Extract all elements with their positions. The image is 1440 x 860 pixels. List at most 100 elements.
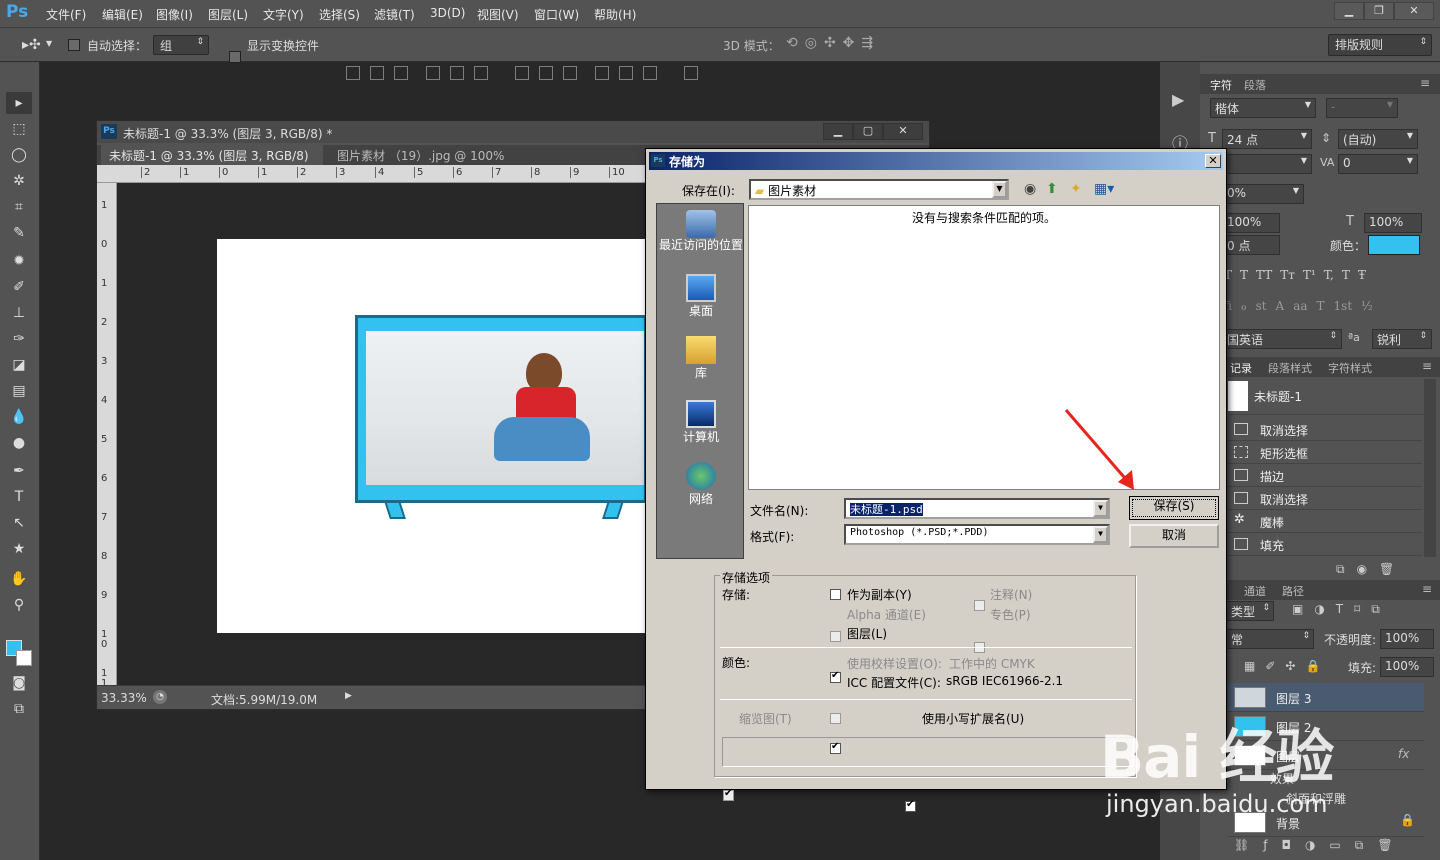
ordinal-icon[interactable]: 1st xyxy=(1334,299,1353,313)
brush-tool-icon[interactable]: ✐ xyxy=(6,276,32,298)
canvas-document[interactable] xyxy=(217,239,647,633)
place-libraries[interactable]: 库 xyxy=(657,336,745,381)
place-computer[interactable]: 计算机 xyxy=(657,400,745,445)
discretionary-icon[interactable]: st xyxy=(1256,299,1267,313)
filename-input[interactable]: 未标题-1.psd ▼ xyxy=(844,498,1110,519)
blend-mode-field[interactable]: 常 ⇕ xyxy=(1226,629,1314,649)
place-recent[interactable]: 最近访问的位置 xyxy=(657,210,745,252)
menu-view[interactable]: 视图(V) xyxy=(477,6,519,23)
auto-align-icon[interactable] xyxy=(684,66,698,80)
all-caps-icon[interactable]: TT xyxy=(1256,268,1272,282)
fraction-icon[interactable]: ½ xyxy=(1361,299,1373,313)
alpha-checkbox[interactable] xyxy=(830,631,841,642)
path-select-icon[interactable]: ↖ xyxy=(6,512,32,534)
antialias-field[interactable]: 锐利 ⇕ xyxy=(1372,329,1432,349)
marquee-tool-icon[interactable]: ⬚ xyxy=(6,118,32,140)
panel-menu-icon[interactable]: ≡ xyxy=(1422,582,1432,596)
menu-window[interactable]: 窗口(W) xyxy=(534,6,579,23)
distribute-vcenter-icon[interactable] xyxy=(539,66,553,80)
lowercase-ext-checkbox[interactable] xyxy=(905,799,916,812)
cancel-button[interactable]: 取消 xyxy=(1129,524,1219,548)
distribute-hcenter-icon[interactable] xyxy=(619,66,633,80)
baseline-shift-field[interactable]: 0 点 xyxy=(1222,235,1280,255)
format-dropdown[interactable]: Photoshop (*.PSD;*.PDD) ▼ xyxy=(844,524,1110,545)
tab-channels[interactable]: 通道 xyxy=(1244,583,1266,599)
notes-checkbox[interactable] xyxy=(974,600,985,611)
panel-menu-icon[interactable]: ≡ xyxy=(1422,359,1432,373)
place-desktop[interactable]: 桌面 xyxy=(657,274,745,319)
zoom-tool-icon[interactable]: ⚲ xyxy=(6,594,32,616)
doc-maximize-button[interactable]: ▢ xyxy=(853,123,883,140)
swash-icon[interactable]: A xyxy=(1276,299,1285,313)
menu-help[interactable]: 帮助(H) xyxy=(594,6,636,23)
menu-edit[interactable]: 编辑(E) xyxy=(102,6,143,23)
align-hcenter-icon[interactable] xyxy=(450,66,464,80)
tool-preset-chevron-icon[interactable]: ▼ xyxy=(46,39,52,48)
lasso-tool-icon[interactable]: ◯ xyxy=(6,144,32,166)
blur-tool-icon[interactable]: 💧 xyxy=(6,406,32,428)
menu-type[interactable]: 文字(Y) xyxy=(263,6,304,23)
history-item[interactable]: 描边 xyxy=(1228,464,1422,487)
doc-minimize-button[interactable]: ▁ xyxy=(823,123,853,140)
lock-icons[interactable]: ▦✐✣🔒 xyxy=(1244,659,1330,673)
panel-menu-icon[interactable]: ≡ xyxy=(1420,76,1430,90)
file-list[interactable]: 没有与搜索条件匹配的项。 xyxy=(748,205,1220,490)
screen-mode-icon[interactable]: ⧉ xyxy=(6,698,32,720)
contextual-icon[interactable]: ℴ xyxy=(1241,299,1247,313)
eraser-icon[interactable]: ◪ xyxy=(6,354,32,376)
menu-3d[interactable]: 3D(D) xyxy=(430,6,465,20)
restore-button[interactable]: ❐ xyxy=(1364,2,1394,20)
show-transform-checkbox[interactable] xyxy=(229,51,241,63)
status-menu-arrow-icon[interactable]: ▶ xyxy=(345,691,352,701)
align-left-icon[interactable] xyxy=(426,66,440,80)
layers-checkbox[interactable] xyxy=(830,670,841,683)
kerning-field[interactable]: ▼ xyxy=(1222,154,1312,174)
faux-italic-icon[interactable]: T xyxy=(1240,268,1248,282)
layers-footer-icons[interactable]: ⛓ƒ◘◑▭⧉🗑 xyxy=(1234,838,1407,853)
align-top-icon[interactable] xyxy=(346,66,360,80)
history-footer-icons[interactable]: ⧉◉🗑 xyxy=(1336,562,1406,577)
dialog-close-button[interactable]: ✕ xyxy=(1205,154,1221,168)
font-style-field[interactable]: - ▼ xyxy=(1326,98,1398,118)
3d-tool-icons[interactable]: ⟲◎✣✥⇶ xyxy=(786,35,880,51)
menu-file[interactable]: 文件(F) xyxy=(46,6,86,23)
layer-filter-icons[interactable]: ▣◑T⌑⧉ xyxy=(1292,602,1391,617)
status-info-icon[interactable]: ◔ xyxy=(153,690,167,704)
history-item[interactable]: 矩形选框 xyxy=(1228,441,1422,464)
align-bottom-icon[interactable] xyxy=(394,66,408,80)
distribute-bottom-icon[interactable] xyxy=(563,66,577,80)
tracking-field[interactable]: 0 ▼ xyxy=(1338,154,1418,174)
move-tool-icon[interactable]: ▸ xyxy=(6,92,32,114)
up-folder-icon[interactable]: ⬆ xyxy=(1046,181,1058,197)
scale-field-2[interactable]: 100% xyxy=(1364,213,1422,233)
align-right-icon[interactable] xyxy=(474,66,488,80)
history-item[interactable]: 取消选择 xyxy=(1228,487,1422,510)
play-icon[interactable]: ▶ xyxy=(1172,90,1184,109)
history-item[interactable]: ✲ 魔棒 xyxy=(1228,510,1422,533)
strikethrough-icon[interactable]: Ŧ xyxy=(1358,268,1366,282)
close-app-button[interactable]: ✕ xyxy=(1394,2,1434,20)
menu-select[interactable]: 选择(S) xyxy=(319,6,360,23)
tab-history[interactable]: 记录 xyxy=(1230,360,1252,376)
tab-paths[interactable]: 路径 xyxy=(1282,583,1304,599)
vertical-scale-field[interactable]: 0% ▼ xyxy=(1222,184,1304,204)
workspace-dropdown[interactable]: 排版规则 ⇕ xyxy=(1328,34,1432,56)
titling-icon[interactable]: T xyxy=(1317,299,1325,313)
menu-filter[interactable]: 滤镜(T) xyxy=(374,6,415,23)
auto-select-dropdown[interactable]: 组 ⇕ xyxy=(153,35,209,55)
tab-paragraph[interactable]: 段落 xyxy=(1244,77,1266,93)
place-network[interactable]: 网络 xyxy=(657,462,745,507)
type-tool-icon[interactable]: T xyxy=(6,486,32,508)
horizontal-scale-field[interactable]: 100% xyxy=(1222,213,1280,233)
proof-setup-checkbox[interactable] xyxy=(830,713,841,724)
distribute-top-icon[interactable] xyxy=(515,66,529,80)
zoom-level[interactable]: 33.33% xyxy=(101,691,147,705)
tab-character[interactable]: 字符 xyxy=(1210,77,1232,93)
leading-field[interactable]: (自动) ▼ xyxy=(1338,129,1418,149)
layer-kind-filter[interactable]: 类型 ⇕ xyxy=(1226,601,1274,621)
stamp-tool-icon[interactable]: ⊥ xyxy=(6,302,32,324)
shape-tool-icon[interactable]: ★ xyxy=(6,538,32,560)
distribute-left-icon[interactable] xyxy=(595,66,609,80)
auto-select-checkbox[interactable] xyxy=(68,39,80,51)
minimize-button[interactable]: ▁ xyxy=(1334,2,1364,20)
